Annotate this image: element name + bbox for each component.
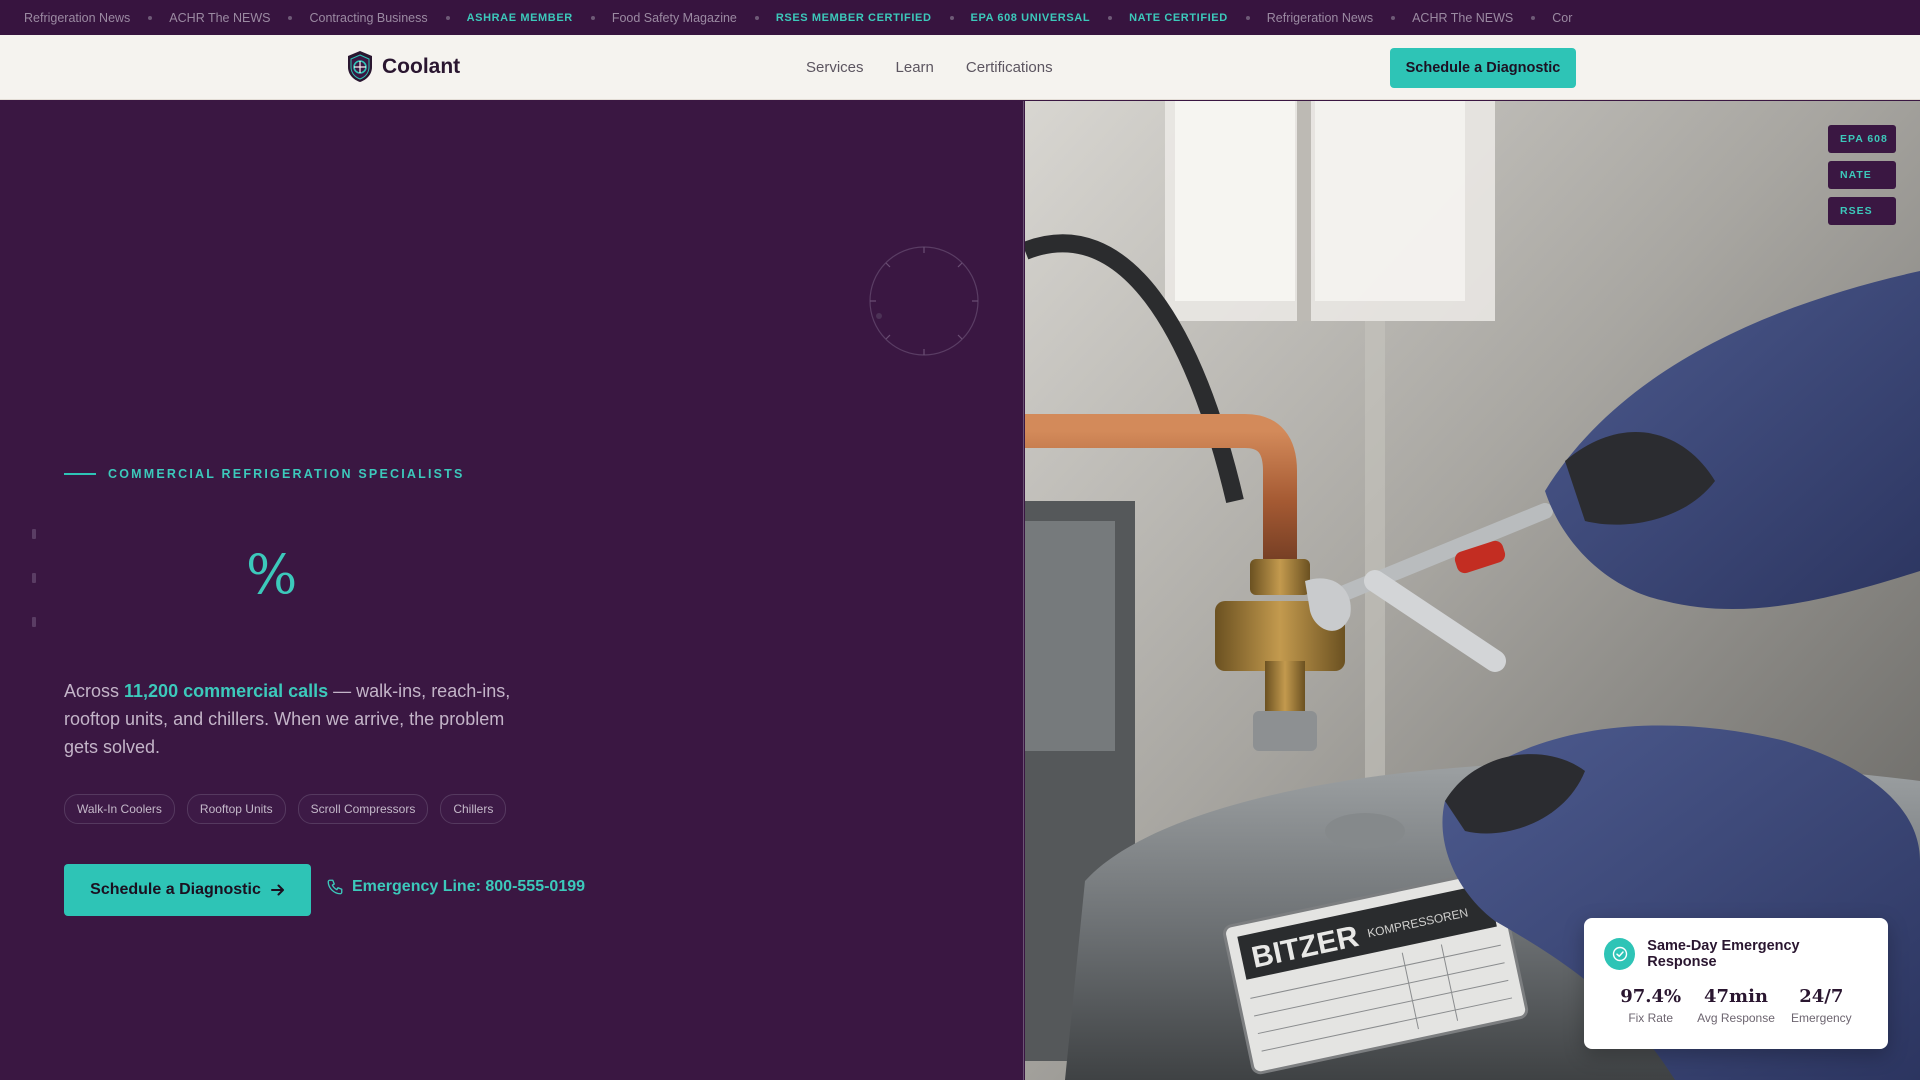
- nav-link-services[interactable]: Services: [806, 59, 864, 76]
- arrow-right-icon: [270, 884, 284, 896]
- ticker-item: Refrigeration News: [1266, 10, 1374, 25]
- ticker-item: RSES MEMBER CERTIFIED: [775, 11, 932, 24]
- ticker-separator: [288, 15, 293, 20]
- press-ticker: Refrigeration News ACHR The NEWS Contrac…: [0, 0, 1920, 35]
- stat-value: 97.4%: [1620, 986, 1682, 1007]
- eyebrow-rule: [64, 473, 96, 475]
- stat-value: 47min: [1703, 986, 1768, 1007]
- ticker-separator: [445, 15, 450, 20]
- hero-left-panel: COMMERCIAL REFRIGERATION SPECIALISTS % A…: [0, 101, 1024, 1080]
- ticker-separator: [1108, 15, 1113, 20]
- ticker-item: Contracting Business: [309, 10, 428, 25]
- ticker-item: NATE CERTIFIED: [1129, 11, 1228, 24]
- ticker-item: Cor: [1552, 10, 1573, 25]
- stat-fix-rate: 97.4% Fix Rate: [1608, 986, 1693, 1025]
- ticker-item: EPA 608 UNIVERSAL: [970, 11, 1091, 24]
- hero-schedule-button[interactable]: Schedule a Diagnostic: [64, 864, 311, 916]
- ticker-separator: [949, 15, 954, 20]
- stat-avg-response: 47min Avg Response: [1693, 986, 1778, 1025]
- chip-walk-in-coolers: Walk-In Coolers: [64, 794, 175, 824]
- ticker-item: ASHRAE MEMBER: [466, 11, 573, 24]
- badge-rses: RSES: [1828, 197, 1896, 225]
- ticker-separator: [1391, 15, 1396, 20]
- stat-card-title: Same-Day Emergency Response: [1647, 938, 1800, 970]
- lede-highlight: 11,200 commercial calls: [124, 681, 329, 701]
- ticker-item: ACHR The NEWS: [169, 10, 271, 25]
- chip-scroll-compressors: Scroll Compressors: [297, 794, 429, 824]
- ticker-separator: [754, 15, 759, 20]
- badge-nate: NATE: [1828, 161, 1896, 189]
- stat-label: Avg Response: [1697, 1011, 1775, 1025]
- eyebrow-text: COMMERCIAL REFRIGERATION SPECIALISTS: [108, 467, 465, 481]
- nav-schedule-button[interactable]: Schedule a Diagnostic: [1390, 48, 1576, 88]
- service-chips: Walk-In Coolers Rooftop Units Scroll Com…: [64, 794, 507, 824]
- ticker-item: Refrigeration News: [24, 10, 131, 25]
- certification-badges: EPA 608 NATE RSES: [1828, 125, 1896, 225]
- check-circle-icon: [1604, 938, 1636, 970]
- hero-stat-symbol: %: [246, 543, 298, 606]
- hero-photo-panel: BITZER KOMPRESSOREN EPA 608 NATE RSES Sa…: [1025, 101, 1920, 1080]
- emergency-phone-text: Emergency Line: 800-555-0199: [352, 878, 586, 895]
- side-progress-indicator: [32, 529, 36, 661]
- lede-text-before: Across: [64, 681, 125, 701]
- ticker-separator: [590, 15, 595, 20]
- hero-schedule-label: Schedule a Diagnostic: [90, 881, 261, 898]
- ticker-track: Refrigeration News ACHR The NEWS Contrac…: [0, 11, 1572, 25]
- hero-eyebrow: COMMERCIAL REFRIGERATION SPECIALISTS: [64, 467, 465, 481]
- brand-logo[interactable]: Coolant: [346, 50, 460, 83]
- side-tick[interactable]: [32, 529, 36, 539]
- stat-emergency: 24/7 Emergency: [1779, 986, 1864, 1025]
- shield-logo-icon: [348, 51, 372, 82]
- chip-chillers: Chillers: [440, 794, 507, 824]
- emergency-stat-card: Same-Day Emergency Response 97.4% Fix Ra…: [1584, 918, 1888, 1049]
- stat-value: 24/7: [1799, 986, 1844, 1007]
- stat-label: Emergency: [1790, 1011, 1852, 1025]
- top-nav: Coolant Services Learn Certifications Sc…: [0, 35, 1920, 100]
- side-tick[interactable]: [32, 573, 36, 583]
- hero-lede: Across 11,200 commercial calls — walk-in…: [64, 677, 534, 761]
- decorative-dial-icon: [869, 246, 979, 356]
- emergency-phone-link[interactable]: Emergency Line: 800-555-0199: [326, 878, 585, 896]
- brand-name: Coolant: [382, 54, 461, 78]
- ticker-separator: [1531, 15, 1536, 20]
- ticker-item: Food Safety Magazine: [611, 10, 737, 25]
- ticker-separator: [148, 15, 153, 20]
- phone-icon: [327, 879, 343, 895]
- primary-nav: Services Learn Certifications: [806, 59, 1053, 76]
- stat-label: Fix Rate: [1628, 1011, 1673, 1025]
- ticker-separator: [1245, 15, 1250, 20]
- stat-card-header: Same-Day Emergency Response: [1604, 938, 1868, 970]
- ticker-item: ACHR The NEWS: [1412, 10, 1514, 25]
- stat-row: 97.4% Fix Rate 47min Avg Response 24/7 E…: [1604, 986, 1868, 1025]
- badge-epa608: EPA 608: [1828, 125, 1896, 153]
- nav-link-certifications[interactable]: Certifications: [966, 59, 1053, 76]
- side-tick[interactable]: [32, 617, 36, 627]
- nav-link-learn[interactable]: Learn: [896, 59, 934, 76]
- chip-rooftop-units: Rooftop Units: [186, 794, 286, 824]
